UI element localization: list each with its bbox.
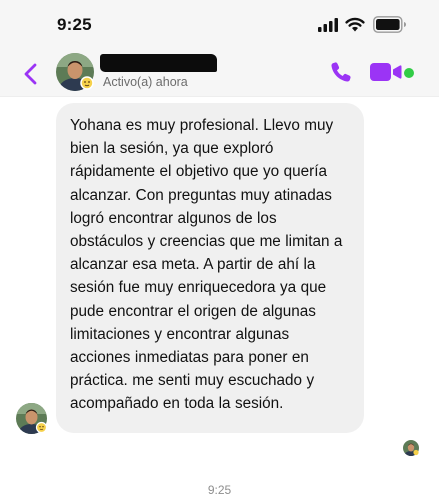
- sender-avatar[interactable]: [16, 403, 47, 434]
- read-receipt-avatar: [403, 440, 419, 456]
- avatar[interactable]: [56, 53, 94, 91]
- status-time: 9:25: [57, 15, 92, 34]
- chat-header: Activo(a) ahora: [0, 52, 439, 97]
- chevron-left-icon[interactable]: [18, 60, 44, 88]
- status-bar: 9:25: [0, 0, 439, 52]
- presence-status: Activo(a) ahora: [103, 75, 188, 89]
- phone-icon[interactable]: [329, 60, 353, 84]
- active-status-dot: [404, 68, 414, 78]
- battery-icon: [373, 16, 406, 33]
- signal-icon: [318, 18, 338, 32]
- message-bubble[interactable]: Yohana es muy profesional. Llevo muy bie…: [56, 103, 364, 433]
- timestamp-divider: 9:25: [207, 483, 232, 497]
- wifi-icon: [345, 17, 365, 32]
- video-camera-icon[interactable]: [370, 62, 404, 82]
- contact-name-redacted[interactable]: [100, 54, 217, 72]
- message-text: Yohana es muy profesional. Llevo muy bie…: [70, 117, 343, 413]
